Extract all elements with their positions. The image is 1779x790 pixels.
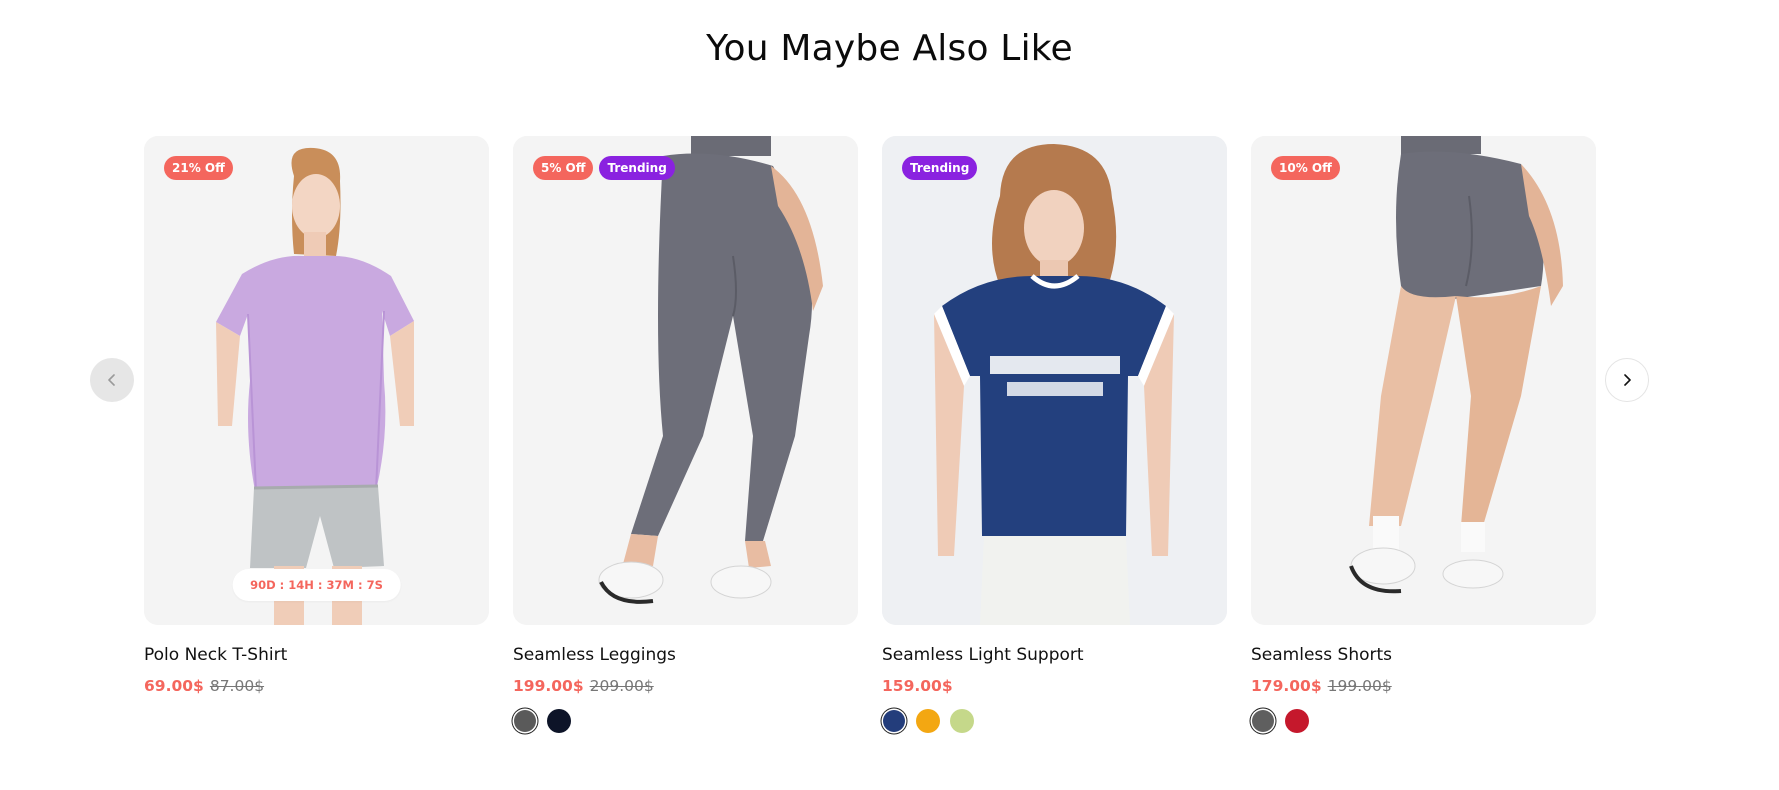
color-swatch[interactable] <box>883 710 905 732</box>
price-row: 69.00$ 87.00$ <box>144 677 489 695</box>
related-products-section: You Maybe Also Like 21% Off 90D: 14H: … <box>0 0 1779 790</box>
product-image-wrapper[interactable]: 5% Off Trending <box>513 136 858 625</box>
current-price: 199.00$ <box>513 677 584 695</box>
badge-group: 5% Off Trending <box>533 156 675 180</box>
product-image <box>1251 136 1596 625</box>
product-image <box>882 136 1227 625</box>
color-swatch[interactable] <box>916 709 940 733</box>
old-price: 209.00$ <box>589 677 654 695</box>
trending-badge: Trending <box>902 156 978 180</box>
product-image <box>144 136 489 625</box>
price-row: 179.00$ 199.00$ <box>1251 677 1596 695</box>
old-price: 199.00$ <box>1327 677 1392 695</box>
color-swatch[interactable] <box>950 709 974 733</box>
product-name[interactable]: Seamless Light Support <box>882 645 1227 665</box>
chevron-left-icon <box>108 374 115 386</box>
trending-badge: Trending <box>599 156 675 180</box>
badge-group: 10% Off <box>1271 156 1340 180</box>
color-swatch[interactable] <box>1252 710 1274 732</box>
product-card[interactable]: 21% Off 90D : 14H : 37M : 7S Polo Neck T… <box>144 136 489 695</box>
color-swatches <box>513 709 858 733</box>
price-row: 199.00$ 209.00$ <box>513 677 858 695</box>
badge-group: 21% Off <box>164 156 233 180</box>
color-swatches <box>1251 709 1596 733</box>
discount-badge: 10% Off <box>1271 156 1340 180</box>
countdown-timer: 90D : 14H : 37M : 7S <box>232 569 401 601</box>
product-name[interactable]: Seamless Leggings <box>513 645 858 665</box>
color-swatch[interactable] <box>514 710 536 732</box>
section-title: You Maybe Also Like <box>706 28 1073 69</box>
price-row: 159.00$ <box>882 677 1227 695</box>
product-carousel: 21% Off 90D : 14H : 37M : 7S Polo Neck T… <box>144 136 1599 756</box>
product-card[interactable]: 5% Off Trending Seamless Leggings 199.00… <box>513 136 858 733</box>
color-swatch[interactable] <box>547 709 571 733</box>
badge-group: Trending <box>902 156 978 180</box>
old-price: 87.00$ <box>209 677 265 695</box>
product-name[interactable]: Polo Neck T-Shirt <box>144 645 489 665</box>
chevron-right-icon <box>1624 374 1631 386</box>
carousel-prev-button[interactable] <box>90 358 134 402</box>
product-name[interactable]: Seamless Shorts <box>1251 645 1596 665</box>
carousel-next-button[interactable] <box>1605 358 1649 402</box>
discount-badge: 21% Off <box>164 156 233 180</box>
product-image-wrapper[interactable]: 10% Off <box>1251 136 1596 625</box>
current-price: 69.00$ <box>144 677 204 695</box>
current-price: 159.00$ <box>882 677 953 695</box>
product-card[interactable]: 10% Off Seamless Shorts 179.00$ 199.00$ <box>1251 136 1596 733</box>
current-price: 179.00$ <box>1251 677 1322 695</box>
discount-badge: 5% Off <box>533 156 594 180</box>
product-card[interactable]: Trending Seamless Light Support 159.00$ <box>882 136 1227 733</box>
color-swatches <box>882 709 1227 733</box>
product-image <box>513 136 858 625</box>
product-image-wrapper[interactable]: Trending <box>882 136 1227 625</box>
color-swatch[interactable] <box>1285 709 1309 733</box>
product-image-wrapper[interactable]: 21% Off 90D : 14H : 37M : 7S <box>144 136 489 625</box>
